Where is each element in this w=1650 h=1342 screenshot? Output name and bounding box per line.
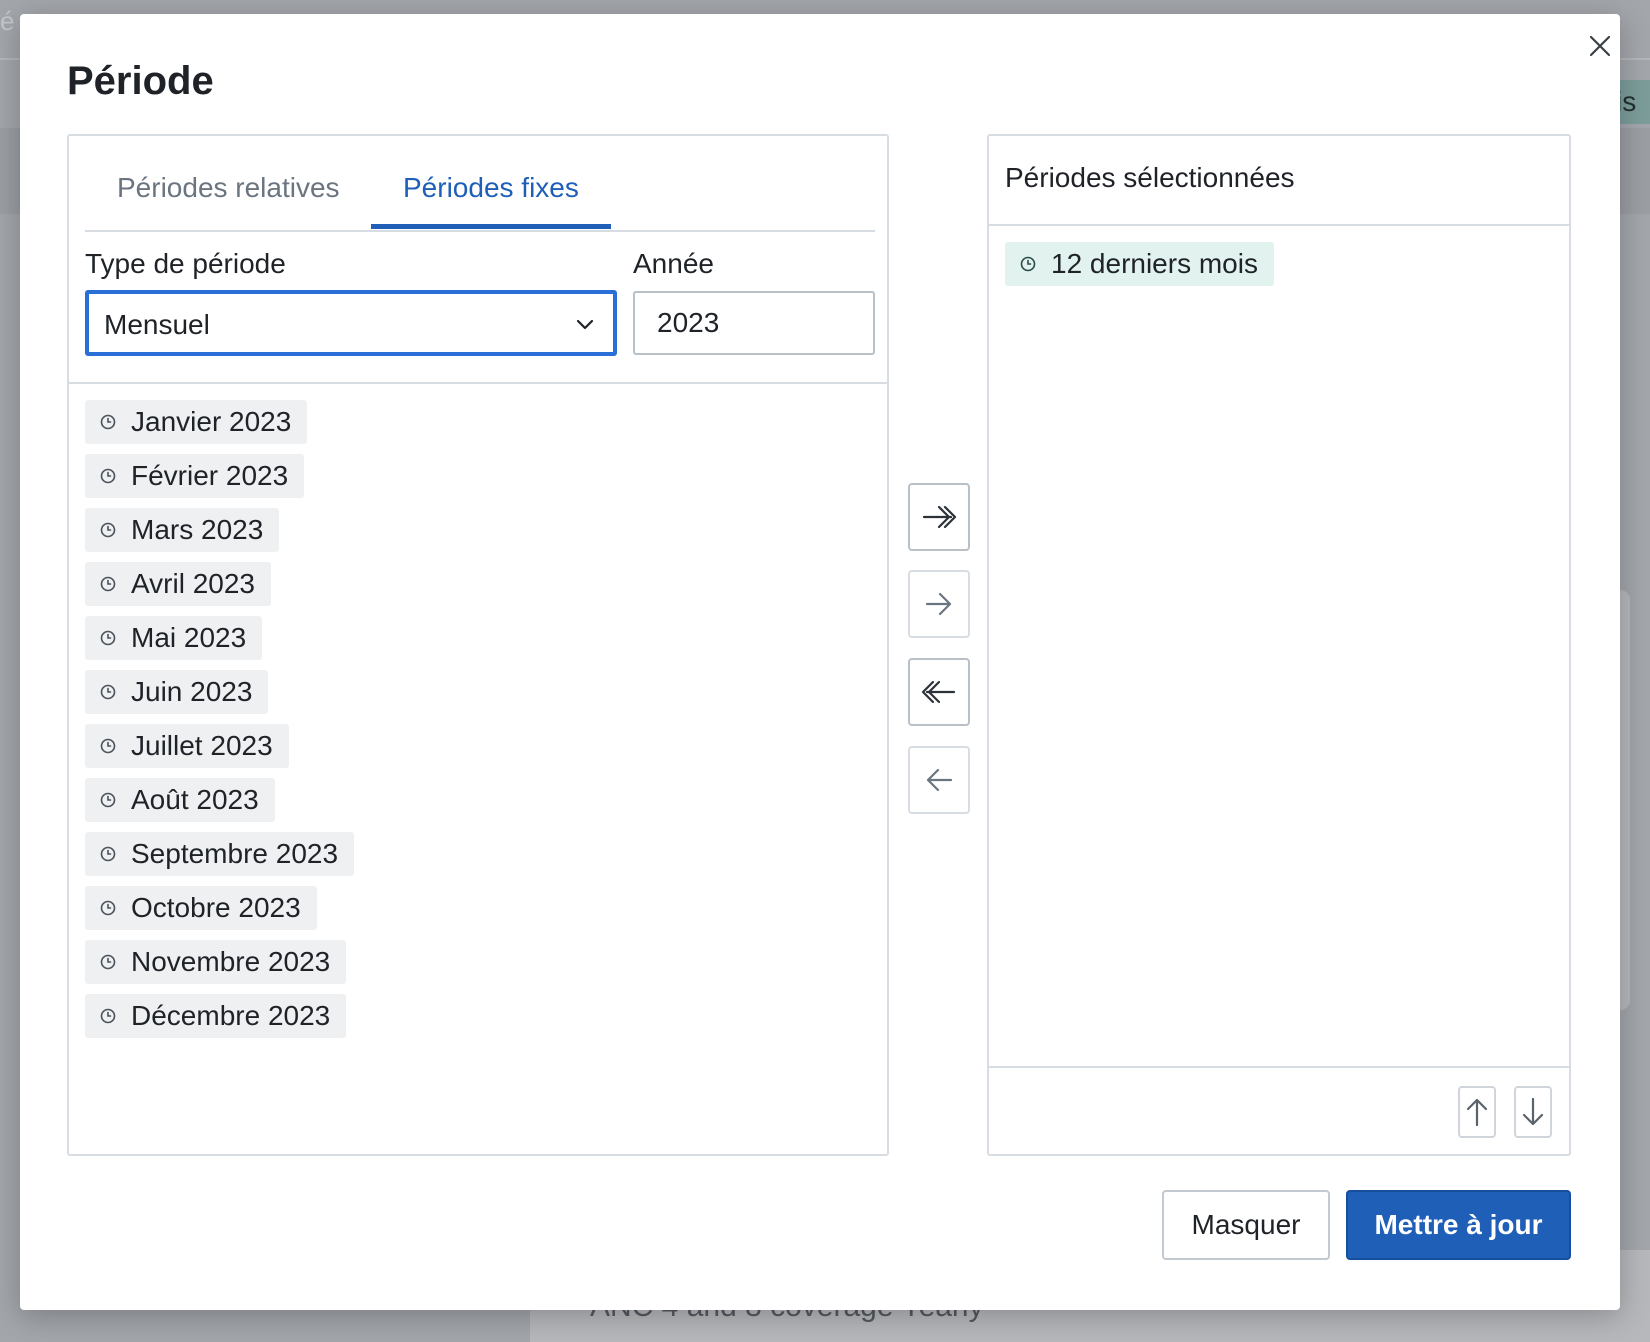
period-chip[interactable]: Juin 2023 [85,670,269,714]
clock-icon [99,575,117,593]
arrow-right-icon [925,592,952,616]
period-chip-label: Mars 2023 [131,514,264,545]
clock-icon [99,845,117,863]
arrow-left-icon [926,768,953,792]
selected-periods-panel: Périodes sélectionnées 12 derniers mois [987,134,1571,1156]
period-chip[interactable]: Novembre 2023 [85,940,347,984]
period-chip-label: Février 2023 [131,460,289,491]
period-chip[interactable]: Décembre 2023 [85,994,347,1038]
clock-icon [99,629,117,647]
period-type-label: Type de période [85,248,286,279]
period-chip-label: Juillet 2023 [131,730,273,761]
panel-divider [69,382,887,384]
selected-periods-header: Périodes sélectionnées [1005,162,1295,193]
period-chip-label: Décembre 2023 [131,1000,331,1031]
period-modal: Période Périodes relatives Périodes fixe… [20,14,1620,1310]
arrow-up-icon [1466,1098,1488,1127]
clock-icon [99,899,117,917]
deselect-one-button[interactable] [908,746,970,814]
selected-periods-list: 12 derniers mois [1005,242,1274,296]
modal-title: Période [67,59,214,103]
hide-button[interactable]: Masquer [1162,1190,1330,1260]
clock-icon [99,1007,117,1025]
period-chip-label: Mai 2023 [131,622,247,653]
period-type-value: Mensuel [104,309,210,340]
double-arrow-left-icon [921,680,956,704]
period-chip[interactable]: Mars 2023 [85,508,280,552]
period-chip-label: Janvier 2023 [131,406,292,437]
background-corner-text: é [0,6,15,36]
period-chip-label: 12 derniers mois [1051,248,1258,279]
year-label: Année [633,248,714,279]
selected-header-divider [989,224,1569,226]
period-chip-label: Novembre 2023 [131,946,331,977]
update-button[interactable]: Mettre à jour [1346,1190,1571,1260]
clock-icon [99,683,117,701]
arrow-down-icon [1522,1097,1544,1126]
move-down-button[interactable] [1514,1086,1552,1138]
year-input[interactable] [633,291,875,355]
clock-icon [1019,255,1037,273]
clock-icon [99,953,117,971]
clock-icon [99,737,117,755]
period-chip[interactable]: Janvier 2023 [85,400,308,444]
move-up-button[interactable] [1458,1086,1496,1138]
period-chip[interactable]: Juillet 2023 [85,724,289,768]
clock-icon [99,413,117,431]
period-type-select[interactable]: Mensuel [85,290,617,356]
tab-fixed-periods[interactable]: Périodes fixes [371,170,611,229]
period-chip[interactable]: 12 derniers mois [1005,242,1274,286]
clock-icon [99,791,117,809]
select-one-button[interactable] [908,570,970,638]
available-periods-panel: Périodes relatives Périodes fixes Type d… [67,134,889,1156]
clock-icon [99,467,117,485]
deselect-all-button[interactable] [908,658,970,726]
period-chip[interactable]: Octobre 2023 [85,886,317,930]
chevron-down-icon [576,319,594,330]
period-tabs: Périodes relatives Périodes fixes [85,136,875,232]
period-chip-label: Octobre 2023 [131,892,301,923]
period-chip[interactable]: Août 2023 [85,778,275,822]
period-chip-label: Août 2023 [131,784,259,815]
available-periods-list: Janvier 2023 Février 2023 Mars 2023 Avril 2… [85,400,355,1048]
close-icon [1589,35,1611,57]
period-chip[interactable]: Septembre 2023 [85,832,355,876]
selected-footer-divider [989,1066,1569,1068]
period-chip-label: Avril 2023 [131,568,256,599]
period-chip-label: Juin 2023 [131,676,253,707]
period-chip[interactable]: Avril 2023 [85,562,272,606]
select-all-button[interactable] [908,483,970,551]
period-chip[interactable]: Mai 2023 [85,616,263,660]
clock-icon [99,521,117,539]
period-chip[interactable]: Février 2023 [85,454,305,498]
close-button[interactable] [1580,26,1620,66]
period-chip-label: Septembre 2023 [131,838,339,869]
double-arrow-right-icon [922,505,957,529]
tab-relative-periods[interactable]: Périodes relatives [85,170,372,230]
